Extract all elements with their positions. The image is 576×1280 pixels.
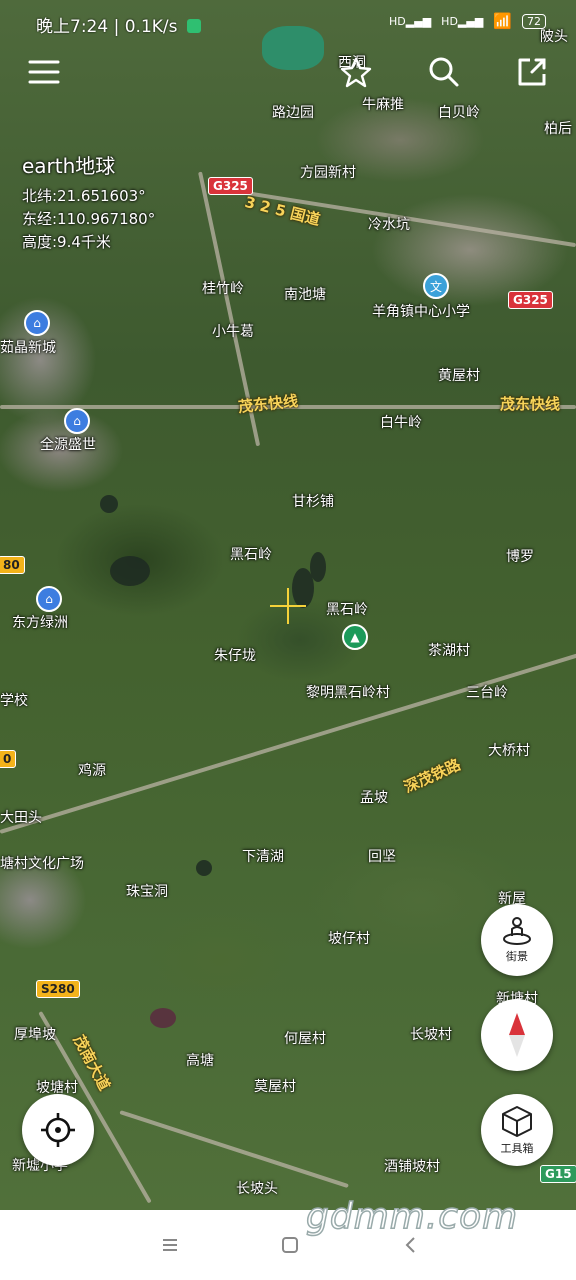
road-label: 茂东快线: [500, 395, 561, 413]
map-label: 牛麻推: [362, 97, 404, 113]
map-label: 厚埠坡: [14, 1027, 56, 1043]
share-icon: [518, 58, 546, 86]
favorite-button[interactable]: [338, 54, 374, 90]
locate-crosshair-icon: [41, 1113, 75, 1147]
map-label: 塘村文化广场: [0, 856, 84, 872]
menu-button[interactable]: [26, 54, 62, 90]
center-crosshair-icon: [270, 588, 306, 624]
toolbox-cube-icon: [502, 1106, 532, 1137]
map-label: 大田头: [0, 810, 42, 826]
map-label: 小牛葛: [212, 324, 254, 340]
residential-poi-icon[interactable]: ⌂: [24, 310, 50, 336]
map-label: 鸡源: [78, 763, 106, 779]
map-label: 孟坡: [360, 790, 388, 806]
map-label: 大桥村: [488, 743, 530, 759]
map-label: 下清湖: [242, 849, 284, 865]
map-label: 路边园: [272, 105, 314, 121]
route-shield: G325: [508, 291, 553, 309]
latitude-text: 北纬:21.651603°: [22, 187, 146, 205]
map-label: 长坡头: [236, 1181, 278, 1197]
pond: [310, 552, 326, 582]
map-label: 三台岭: [466, 685, 508, 701]
map-label: 茹晶新城: [0, 340, 56, 356]
toolbox-label: 工具箱: [500, 1142, 534, 1155]
map-label: 珠宝洞: [126, 884, 168, 900]
star-icon: [340, 57, 372, 88]
school-poi-icon[interactable]: 文: [423, 273, 449, 299]
map-label: 博罗: [506, 549, 534, 565]
map-label: 白牛岭: [380, 415, 422, 431]
residential-poi-icon[interactable]: ⌂: [36, 586, 62, 612]
signal-icon: HD▂▄▆: [441, 14, 484, 28]
pond: [100, 495, 118, 513]
status-bar: 晚上7:24 | 0.1K/s HD▂▄▆ HD▂▄▆ 📶 72: [0, 0, 576, 44]
person-pin-icon: [503, 917, 531, 945]
wifi-icon: 📶: [493, 12, 512, 30]
map-label: 冷水坑: [368, 217, 410, 233]
search-icon: [429, 57, 459, 87]
map-label: 白贝岭: [438, 105, 480, 121]
home-nav-icon[interactable]: [281, 1236, 299, 1254]
map-label: 黎明黑石岭村: [306, 685, 390, 701]
route-shield: 0: [0, 750, 17, 768]
search-button[interactable]: [426, 54, 462, 90]
map-label: 莫屋村: [254, 1079, 296, 1095]
streetview-button[interactable]: 街景: [481, 904, 553, 976]
locate-button[interactable]: [22, 1094, 94, 1166]
recents-nav-icon[interactable]: [161, 1236, 179, 1254]
back-nav-icon[interactable]: [402, 1236, 420, 1254]
pond: [196, 860, 212, 876]
map-label: 黑石岭: [326, 602, 368, 618]
map-label: 坡仔村: [328, 931, 370, 947]
route-shield: 80: [0, 556, 25, 574]
map-label: 黄屋村: [438, 368, 480, 384]
map-label: 茶湖村: [428, 643, 470, 659]
compass-button[interactable]: [481, 999, 553, 1071]
map-label: 桂竹岭: [202, 281, 244, 297]
compass-icon: [509, 1013, 525, 1057]
map-label: 黑石岭: [230, 547, 272, 563]
route-shield: S280: [36, 980, 80, 998]
map-label: 柏后: [544, 121, 572, 137]
map-label: 东方绿洲: [12, 615, 68, 631]
road: [119, 1110, 349, 1189]
map-label: 甘杉铺: [292, 494, 334, 510]
map-label: 羊角镇中心小学: [372, 304, 470, 320]
menu-icon: [28, 60, 60, 84]
app-title: earth地球: [22, 154, 116, 178]
pond: [150, 1008, 176, 1028]
streetview-label: 街景: [506, 950, 528, 963]
mountain-poi-icon[interactable]: ▲: [342, 624, 368, 650]
map-label: 长坡村: [410, 1027, 452, 1043]
residential-poi-icon[interactable]: ⌂: [64, 408, 90, 434]
map-label: 朱仔垅: [214, 648, 256, 664]
map-label: 方园新村: [300, 165, 356, 181]
watermark-logo: gdmm.com: [305, 1195, 519, 1238]
shield-status-icon: [186, 19, 201, 33]
road: [0, 642, 576, 834]
map-label: 南池塘: [284, 287, 326, 303]
map-label: 高塘: [186, 1053, 214, 1069]
toolbox-button[interactable]: 工具箱: [481, 1094, 553, 1166]
signal-icon: HD▂▄▆: [389, 14, 432, 28]
map-label: 酒铺坡村: [384, 1159, 440, 1175]
map-label: 全源盛世: [40, 437, 96, 453]
longitude-text: 东经:110.967180°: [22, 210, 156, 228]
status-time: 晚上7:24: [36, 17, 109, 37]
road-label: 深茂铁路: [401, 755, 464, 797]
map-label: 回坚: [368, 849, 396, 865]
map-label: 学校: [0, 693, 28, 709]
altitude-text: 高度:9.4千米: [22, 233, 111, 251]
coordinates-panel: earth地球 北纬:21.651603° 东经:110.967180° 高度:…: [22, 150, 155, 254]
battery-icon: 72: [522, 13, 546, 29]
map-label: 何屋村: [284, 1031, 326, 1047]
route-shield: G15: [540, 1165, 576, 1183]
status-net-speed: 0.1K/s: [124, 17, 178, 37]
share-button[interactable]: [514, 54, 550, 90]
pond: [110, 556, 150, 586]
